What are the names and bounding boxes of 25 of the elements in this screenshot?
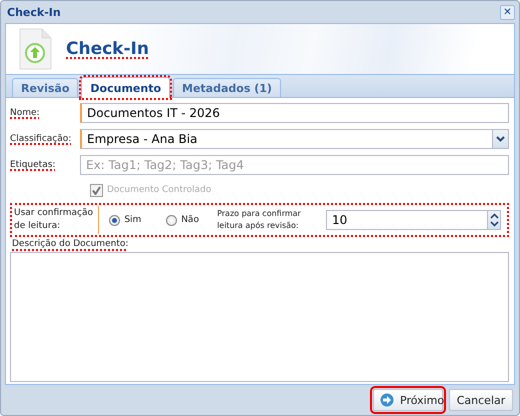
upload-document-icon [18, 28, 52, 70]
number-field[interactable]: 10 [326, 210, 488, 230]
dropdown-field[interactable]: Empresa - Ana Bia [80, 129, 492, 149]
field-label: Usar confirmação de leitura: [14, 206, 100, 234]
next-button[interactable]: Próximo [373, 389, 443, 411]
description-field[interactable] [10, 252, 509, 382]
dialog-heading: Check-In [66, 39, 149, 59]
radio-button[interactable]: Sim [109, 214, 156, 226]
input-field[interactable]: Ex: Tag1; Tag2; Tag3; Tag4 [80, 155, 509, 175]
input-field[interactable]: Documentos IT - 2026 [80, 103, 509, 123]
field-label: Etiquetas: [10, 160, 56, 170]
cancel-button[interactable]: Cancelar [449, 389, 513, 411]
tab[interactable]: Documento [81, 77, 170, 98]
field-label: Descrição do Documento: [12, 239, 130, 249]
checkbox-label: Documento Controlado [107, 185, 212, 195]
close-button[interactable]: ✕ [500, 4, 515, 20]
field-label: Prazo para confirmar leitura após revisão: [217, 208, 302, 232]
tab[interactable]: Revisão [12, 78, 78, 97]
radio-button[interactable]: Não [166, 214, 214, 226]
field-label: Classificação: [10, 134, 72, 144]
spinner-icon[interactable] [487, 210, 502, 230]
arrow-icon [380, 393, 394, 407]
tab[interactable]: Metadados (1) [173, 78, 281, 97]
window-title: Check-In [7, 6, 61, 18]
field-label: Nome: [10, 108, 41, 118]
